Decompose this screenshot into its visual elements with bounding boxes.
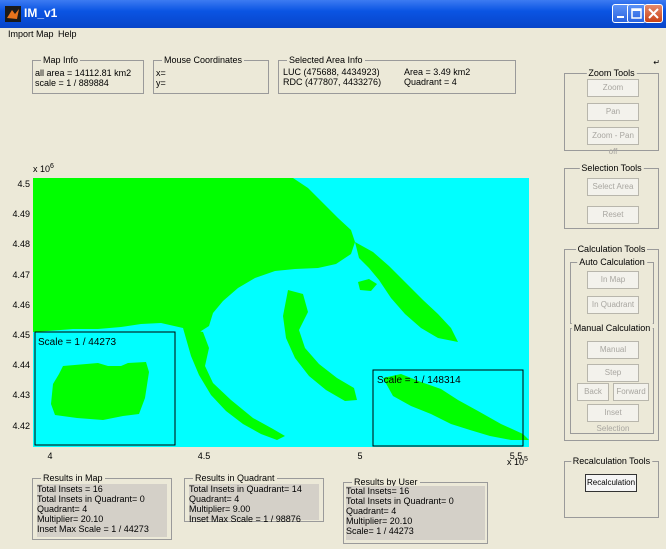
map-info-scale: scale = 1 / 889884: [35, 78, 109, 88]
results-quadrant-line: Quadrant= 4: [189, 494, 240, 504]
results-map-box: Total Insets = 16 Total Insets in Quadra…: [37, 484, 167, 537]
y-tick-label: 4.5: [17, 179, 30, 189]
matlab-icon: [5, 6, 21, 22]
map-info-area: all area = 14112.81 km2: [35, 68, 132, 78]
inset-left-label: Scale = 1 / 44273: [38, 337, 117, 348]
results-map-line: Total Insets in Quadrant= 0: [37, 494, 145, 504]
results-quadrant-title: Results in Quadrant: [193, 473, 277, 483]
recalculation-tools-title: Recalculation Tools: [570, 456, 653, 466]
x-tick-label: 5: [357, 451, 363, 461]
results-quadrant-line: Total Insets in Quadrant= 14: [189, 484, 302, 494]
zoom-button[interactable]: Zoom: [587, 79, 639, 97]
pan-button[interactable]: Pan: [587, 103, 639, 121]
results-map-line: Multiplier= 20.10: [37, 514, 104, 524]
map-plot[interactable]: Scale = 1 / 44273 Scale = 1 / 148314: [33, 178, 529, 447]
results-quadrant-line: Inset Max Scale = 1 / 98876: [189, 514, 301, 524]
step-button[interactable]: Step: [587, 364, 639, 382]
selected-area-panel: Selected Area Info LUC (475688, 4434923)…: [278, 55, 516, 94]
y-axis-exponent: x 106: [33, 163, 54, 174]
results-user-line: Total Insets in Quadrant= 0: [346, 496, 454, 506]
results-user-panel: Results by User Total Insets= 16 Total I…: [343, 477, 488, 544]
in-map-button[interactable]: In Map: [587, 271, 639, 289]
menu-bar: Import Map Help ↵: [0, 28, 666, 67]
y-tick-label: 4.46: [12, 299, 30, 310]
results-user-line: Multiplier= 20.10: [346, 516, 413, 526]
selected-area-quadrant: Quadrant = 4: [404, 77, 457, 87]
y-tick-label: 4.44: [12, 360, 30, 371]
selected-area-size: Area = 3.49 km2: [404, 67, 471, 77]
y-tick-label: 4.49: [12, 209, 30, 220]
manual-calculation-title: Manual Calculation: [571, 323, 653, 333]
mouse-x-label: x=: [156, 68, 166, 78]
dock-icon[interactable]: ↵: [653, 58, 660, 67]
y-tick-label: 4.45: [12, 330, 30, 340]
back-button[interactable]: Back: [577, 383, 609, 401]
results-quadrant-box: Total Insets in Quadrant= 14 Quadrant= 4…: [189, 484, 319, 524]
x-tick-label: 5.5: [509, 451, 523, 461]
results-map-line: Quadrant= 4: [37, 504, 88, 514]
manual-button[interactable]: Manual: [587, 341, 639, 359]
y-tick-label: 4.43: [12, 390, 30, 401]
selection-tools-title: Selection Tools: [579, 163, 644, 173]
in-quadrant-button[interactable]: In Quadrant: [587, 296, 639, 314]
recalculation-tools-panel: Recalculation Tools Recalculation: [564, 456, 659, 518]
map-info-panel: Map Info all area = 14112.81 km2 scale =…: [32, 55, 144, 94]
results-map-line: Total Insets = 16: [37, 484, 103, 494]
inset-selection-button[interactable]: Inset Selection: [587, 404, 639, 433]
x-tick-label: 4.5: [197, 451, 211, 461]
zoom-tools-title: Zoom Tools: [586, 68, 637, 78]
menu-import-map[interactable]: Import Map: [8, 29, 54, 39]
recalculation-button[interactable]: Recalculation: [585, 474, 637, 492]
y-tick-label: 4.42: [12, 420, 30, 431]
calculation-tools-title: Calculation Tools: [575, 244, 648, 254]
title-bar: IM_v1: [0, 0, 666, 28]
selected-area-luc: LUC (475688, 4434923): [283, 67, 380, 77]
mouse-coordinates-title: Mouse Coordinates: [162, 55, 245, 65]
results-quadrant-panel: Results in Quadrant Total Insets in Quad…: [184, 473, 324, 524]
close-icon: [648, 8, 659, 19]
window-title: IM_v1: [24, 6, 58, 20]
results-user-line: Scale= 1 / 44273: [346, 526, 414, 536]
y-tick-label: 4.48: [12, 239, 30, 250]
auto-calculation-title: Auto Calculation: [577, 257, 647, 267]
maximize-icon: [631, 8, 642, 19]
mouse-coordinates-panel: Mouse Coordinates x= y=: [153, 55, 269, 94]
inset-right-label: Scale = 1 / 148314: [377, 375, 461, 386]
selected-area-title: Selected Area Info: [287, 55, 365, 65]
zoom-tools-panel: Zoom Tools Zoom Pan Zoom - Pan off: [564, 68, 659, 156]
close-button[interactable]: [644, 4, 663, 23]
reset-button[interactable]: Reset: [587, 206, 639, 224]
auto-calculation-panel: Auto Calculation In Map In Quadrant: [570, 257, 654, 324]
selection-tools-panel: Selection Tools Select Area Reset: [564, 163, 659, 229]
results-map-panel: Results in Map Total Insets = 16 Total I…: [32, 473, 172, 540]
results-user-line: Quadrant= 4: [346, 506, 397, 516]
forward-button[interactable]: Forward: [613, 383, 649, 401]
results-user-line: Total Insets= 16: [346, 486, 410, 496]
x-tick-label: 4: [47, 451, 53, 461]
results-quadrant-line: Multiplier= 9.00: [189, 504, 251, 514]
zoom-pan-off-button[interactable]: Zoom - Pan off: [587, 127, 639, 156]
menu-help[interactable]: Help: [58, 29, 77, 39]
manual-calculation-panel: Manual Calculation Manual Step Back Forw…: [570, 323, 654, 434]
results-map-title: Results in Map: [41, 473, 105, 483]
select-area-button[interactable]: Select Area: [587, 178, 639, 196]
results-user-box: Total Insets= 16 Total Insets in Quadran…: [346, 486, 485, 540]
mouse-y-label: y=: [156, 78, 166, 88]
results-map-line: Inset Max Scale = 1 / 44273: [37, 524, 149, 534]
inset-left-land: [51, 362, 149, 420]
y-tick-label: 4.47: [12, 269, 30, 280]
selected-area-rdc: RDC (477807, 4433276): [283, 77, 382, 87]
calculation-tools-panel: Calculation Tools Auto Calculation In Ma…: [564, 244, 659, 441]
map-info-title: Map Info: [41, 55, 81, 65]
